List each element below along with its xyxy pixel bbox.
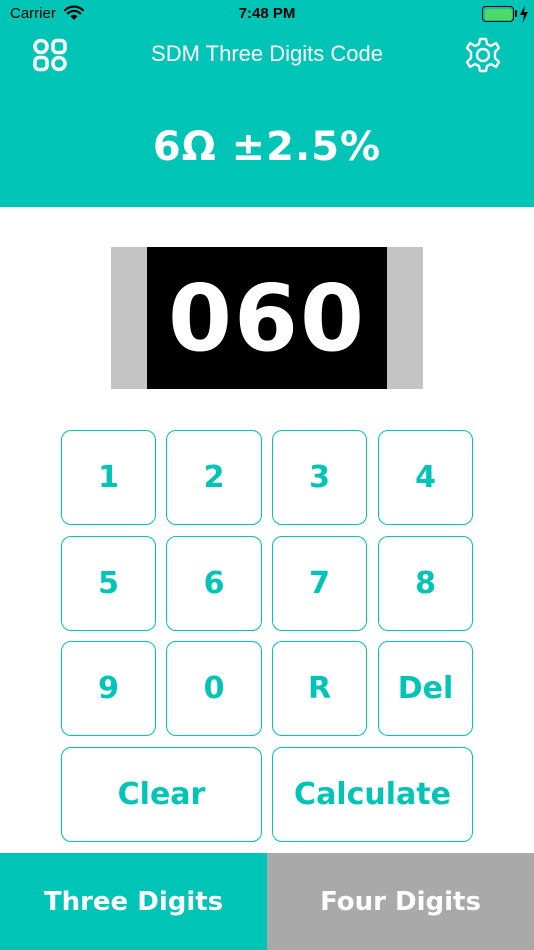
key-3[interactable]: 3 bbox=[272, 430, 367, 525]
charging-bolt-icon bbox=[520, 5, 528, 23]
delete-button[interactable]: Del bbox=[378, 641, 473, 736]
key-6[interactable]: 6 bbox=[166, 536, 262, 631]
key-5[interactable]: 5 bbox=[61, 536, 156, 631]
resistor-body: 060 bbox=[147, 247, 387, 389]
battery-tip bbox=[515, 10, 517, 17]
key-8[interactable]: 8 bbox=[378, 536, 473, 631]
app-title: SDM Three Digits Code bbox=[151, 41, 383, 66]
smd-resistor-display: 060 bbox=[111, 247, 423, 389]
key-2[interactable]: 2 bbox=[166, 430, 262, 525]
tab-four-digits[interactable]: Four Digits bbox=[267, 853, 534, 950]
key-r[interactable]: R bbox=[272, 641, 367, 736]
key-4[interactable]: 4 bbox=[378, 430, 473, 525]
resistor-code: 060 bbox=[167, 264, 367, 372]
settings-gear-icon[interactable] bbox=[464, 36, 502, 74]
key-7[interactable]: 7 bbox=[272, 536, 367, 631]
clear-button[interactable]: Clear bbox=[61, 747, 262, 842]
key-1[interactable]: 1 bbox=[61, 430, 156, 525]
key-9[interactable]: 9 bbox=[61, 641, 156, 736]
header: Carrier 7:48 PM SDM Three Digits Code 6Ω… bbox=[0, 0, 534, 207]
battery-icon bbox=[482, 6, 514, 22]
tab-three-digits[interactable]: Three Digits bbox=[0, 853, 267, 950]
status-bar: Carrier 7:48 PM bbox=[0, 0, 534, 28]
tab-bar: Three Digits Four Digits bbox=[0, 853, 534, 950]
key-0[interactable]: 0 bbox=[166, 641, 262, 736]
calculate-button[interactable]: Calculate bbox=[272, 747, 473, 842]
status-time: 7:48 PM bbox=[238, 5, 296, 22]
resistance-result: 6Ω ±2.5% bbox=[152, 124, 382, 170]
